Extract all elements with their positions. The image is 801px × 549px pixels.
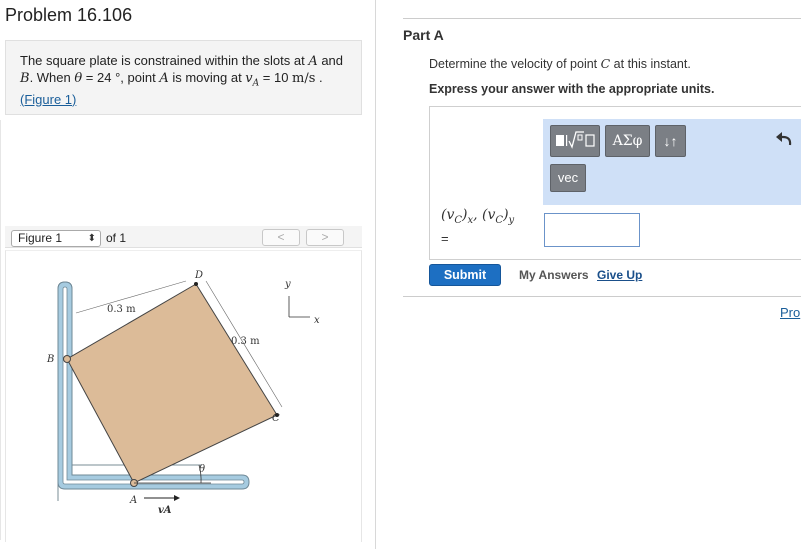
question-segment: at this instant. xyxy=(610,57,691,71)
statement-text: . xyxy=(315,70,323,85)
answer-column: Part A Determine the velocity of point C… xyxy=(377,0,801,549)
question-segment: Determine the velocity of point xyxy=(429,57,601,71)
problem-statement: The square plate is constrained within t… xyxy=(20,53,358,108)
subscript-superscript-button[interactable]: ↓↑ xyxy=(655,125,686,157)
units: m/s xyxy=(292,71,316,86)
label-subscript: y xyxy=(508,214,515,226)
give-up-link[interactable]: Give Up xyxy=(597,268,642,282)
statement-text: . When xyxy=(29,70,75,85)
statement-text: is moving at xyxy=(168,70,246,85)
figure-count: of 1 xyxy=(106,231,127,245)
dimension-label-top: 0.3 m xyxy=(107,304,136,315)
answer-variable-label: (vC)x, (vC)y xyxy=(441,207,514,226)
label-a: A xyxy=(129,495,137,506)
dimension-label-right: 0.3 m xyxy=(231,336,260,347)
problem-title: Problem 16.106 xyxy=(5,5,133,25)
square-plate xyxy=(66,283,278,484)
part-title: Part A xyxy=(403,27,444,43)
question-text: Determine the velocity of point C at thi… xyxy=(429,56,691,71)
undo-icon[interactable] xyxy=(774,129,796,151)
point-d xyxy=(194,282,198,286)
next-figure-button[interactable]: > xyxy=(306,229,344,246)
figure-frame: D y x 0.3 m 0.3 m B C θ A vA xyxy=(5,250,362,542)
label-b: B xyxy=(46,354,54,365)
select-arrows-icon: ⬍ xyxy=(87,233,96,244)
problem-column: Problem 16.106 The square plate is const… xyxy=(0,0,376,549)
point-a-symbol: A xyxy=(159,71,169,86)
answer-panel: ΑΣφ ↓↑ vec (vC)x, (vC)y = xyxy=(429,106,801,260)
math-toolbar: ΑΣφ ↓↑ vec xyxy=(543,119,801,205)
problem-statement-box: The square plate is constrained within t… xyxy=(5,40,362,115)
label-theta: θ xyxy=(199,464,205,475)
mechanism-figure: D y x 0.3 m 0.3 m B C θ A vA xyxy=(46,270,320,516)
label-subscript: C xyxy=(495,214,504,226)
my-answers-label: My Answers xyxy=(519,268,589,282)
submit-button[interactable]: Submit xyxy=(429,264,501,286)
label-va: vA xyxy=(158,505,172,516)
label-part: (v xyxy=(482,207,496,223)
vector-button[interactable]: vec xyxy=(550,164,586,192)
point-c-symbol: C xyxy=(600,56,611,71)
label-c: C xyxy=(272,413,280,424)
statement-text: and xyxy=(317,53,344,68)
pin-b xyxy=(63,355,71,363)
point-b-symbol: B xyxy=(20,71,30,86)
instruction-text: Express your answer with the appropriate… xyxy=(429,82,715,96)
label-part: (v xyxy=(441,207,455,223)
theta-symbol: θ xyxy=(74,71,83,86)
label-x: x xyxy=(314,315,320,326)
provide-feedback-link[interactable]: Pro xyxy=(780,305,800,320)
statement-text: = 10 xyxy=(259,70,293,85)
velocity-arrowhead xyxy=(174,495,180,501)
point-a-symbol: A xyxy=(308,54,318,69)
statement-text: The square plate is constrained within t… xyxy=(20,53,309,68)
figure-toolbar: Figure 1 ⬍ of 1 < > xyxy=(5,226,362,248)
greek-symbols-button[interactable]: ΑΣφ xyxy=(605,125,650,157)
divider xyxy=(403,18,801,19)
templates-icon xyxy=(556,131,595,149)
figure-select[interactable]: Figure 1 ⬍ xyxy=(11,230,101,247)
velocity-symbol: v xyxy=(245,71,253,86)
divider xyxy=(403,296,801,297)
templates-button[interactable] xyxy=(550,125,600,157)
label-part: , xyxy=(473,207,483,223)
label-d: D xyxy=(194,270,203,281)
prev-figure-button[interactable]: < xyxy=(262,229,300,246)
statement-text: = 24 °, point xyxy=(82,70,160,85)
answer-input[interactable] xyxy=(544,213,640,247)
label-subscript: C xyxy=(454,214,463,226)
equals-sign: = xyxy=(441,231,449,246)
figure-select-value: Figure 1 xyxy=(18,231,63,245)
figure-link[interactable]: (Figure 1) xyxy=(20,92,76,107)
label-y: y xyxy=(284,279,291,290)
